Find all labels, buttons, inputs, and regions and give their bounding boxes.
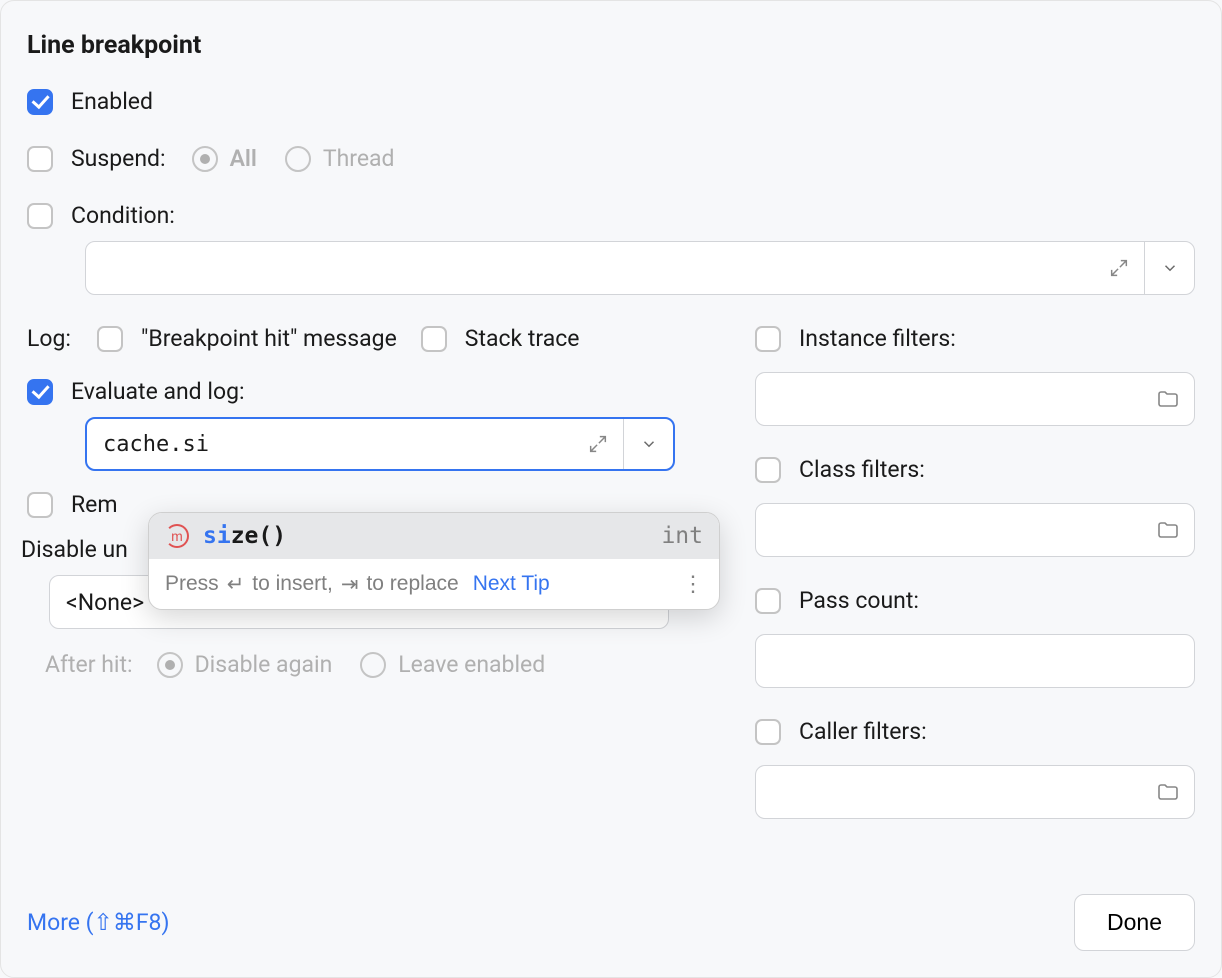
passcount-checkbox[interactable] bbox=[755, 588, 781, 614]
afterhit-label: After hit: bbox=[45, 651, 133, 678]
tab-key-icon: ⇥ bbox=[339, 572, 361, 597]
class-filter-checkbox[interactable] bbox=[755, 457, 781, 483]
condition-label: Condition: bbox=[71, 202, 175, 229]
disable-until-label: Disable un bbox=[21, 536, 128, 563]
suspend-row: Suspend: All Thread bbox=[27, 145, 1195, 172]
enabled-label: Enabled bbox=[71, 88, 153, 115]
afterhit-row: After hit: Disable again Leave enabled bbox=[45, 651, 695, 678]
remove-label: Rem bbox=[71, 491, 118, 518]
enter-key-icon: ↵ bbox=[225, 572, 247, 597]
log-stacktrace-checkbox[interactable] bbox=[421, 326, 447, 352]
log-row: Log: "Breakpoint hit" message Stack trac… bbox=[27, 325, 695, 352]
afterhit-leave-label: Leave enabled bbox=[398, 651, 545, 678]
autocomplete-hint: Press ↵ to insert, ⇥ to replace Next Tip… bbox=[149, 559, 719, 609]
suspend-radio-all[interactable] bbox=[192, 146, 218, 172]
class-filter-label: Class filters: bbox=[799, 456, 925, 483]
log-label: Log: bbox=[27, 325, 71, 352]
instance-filter-label: Instance filters: bbox=[799, 325, 956, 352]
instance-filter-group: Instance filters: bbox=[755, 325, 1195, 426]
afterhit-radio-leave[interactable] bbox=[360, 652, 386, 678]
caller-filter-checkbox[interactable] bbox=[755, 719, 781, 745]
passcount-group: Pass count: bbox=[755, 587, 1195, 688]
suspend-radio-thread[interactable] bbox=[285, 146, 311, 172]
condition-input[interactable] bbox=[85, 241, 1195, 295]
evallog-checkbox[interactable] bbox=[27, 379, 53, 405]
passcount-input[interactable] bbox=[755, 634, 1195, 688]
log-stacktrace-label: Stack trace bbox=[465, 325, 580, 352]
next-tip-link[interactable]: Next Tip bbox=[473, 572, 550, 596]
evallog-input[interactable]: cache.si bbox=[85, 417, 675, 471]
more-options-icon[interactable]: ⋮ bbox=[682, 571, 703, 597]
enabled-checkbox[interactable] bbox=[27, 89, 53, 115]
instance-filter-input[interactable] bbox=[755, 372, 1195, 426]
done-button[interactable]: Done bbox=[1074, 894, 1195, 951]
condition-checkbox[interactable] bbox=[27, 203, 53, 229]
suspend-label: Suspend: bbox=[71, 145, 166, 172]
condition-row: Condition: bbox=[27, 202, 1195, 229]
afterhit-radio-disable[interactable] bbox=[157, 652, 183, 678]
evallog-label: Evaluate and log: bbox=[71, 378, 245, 405]
condition-history-dropdown[interactable] bbox=[1144, 242, 1194, 294]
breakpoint-panel: Line breakpoint Enabled Suspend: All Thr… bbox=[0, 0, 1222, 978]
method-icon: m bbox=[165, 524, 189, 548]
class-filter-input[interactable] bbox=[755, 503, 1195, 557]
class-filter-group: Class filters: bbox=[755, 456, 1195, 557]
log-bphit-label: "Breakpoint hit" message bbox=[141, 325, 397, 352]
autocomplete-popup: m size () int Press ↵ to insert, ⇥ to re… bbox=[148, 512, 720, 610]
log-bphit-checkbox[interactable] bbox=[97, 326, 123, 352]
caller-filter-label: Caller filters: bbox=[799, 718, 927, 745]
suspend-all-label: All bbox=[230, 145, 257, 172]
evallog-row: Evaluate and log: bbox=[27, 378, 695, 405]
panel-title: Line breakpoint bbox=[27, 31, 1195, 60]
evallog-history-dropdown[interactable] bbox=[623, 419, 673, 469]
folder-icon[interactable] bbox=[1156, 387, 1180, 411]
suspend-checkbox[interactable] bbox=[27, 146, 53, 172]
folder-icon[interactable] bbox=[1156, 780, 1180, 804]
enabled-row: Enabled bbox=[27, 88, 1195, 115]
autocomplete-item[interactable]: m size () int bbox=[149, 513, 719, 559]
expand-icon[interactable] bbox=[1108, 257, 1130, 279]
caller-filter-input[interactable] bbox=[755, 765, 1195, 819]
afterhit-disable-label: Disable again bbox=[195, 651, 333, 678]
more-link[interactable]: More (⇧⌘F8) bbox=[27, 909, 169, 936]
passcount-label: Pass count: bbox=[799, 587, 919, 614]
remove-checkbox[interactable] bbox=[27, 492, 53, 518]
folder-icon[interactable] bbox=[1156, 518, 1180, 542]
expand-icon[interactable] bbox=[587, 433, 609, 455]
caller-filter-group: Caller filters: bbox=[755, 718, 1195, 819]
suspend-thread-label: Thread bbox=[323, 145, 395, 172]
instance-filter-checkbox[interactable] bbox=[755, 326, 781, 352]
